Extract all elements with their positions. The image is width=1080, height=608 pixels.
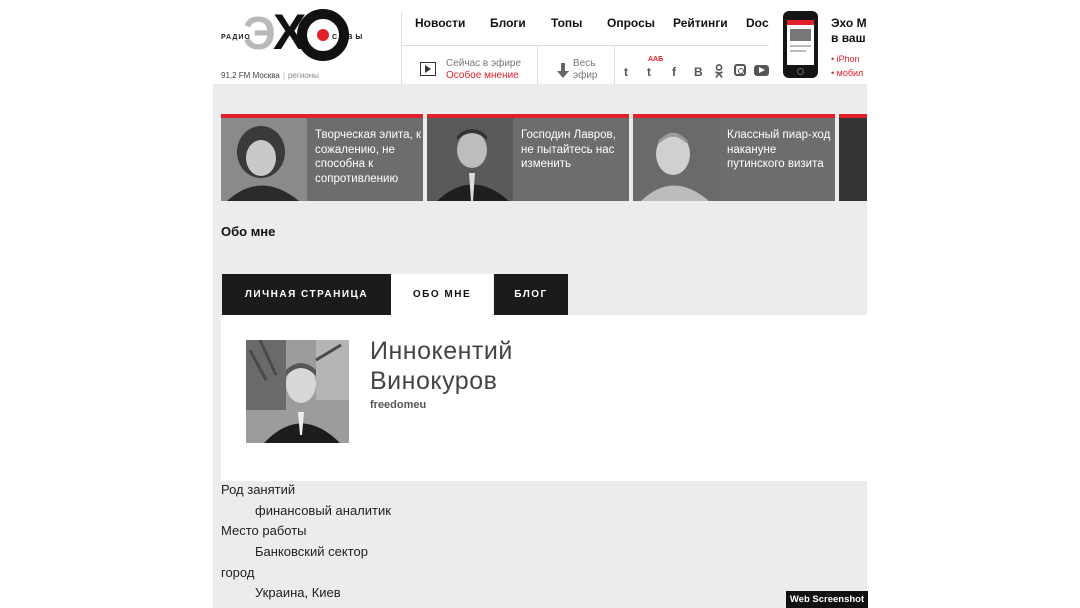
logo-moskvy-text: СКВЫ [332,34,366,41]
watermark-label: Web Screenshot [786,591,868,608]
full-air-label-2[interactable]: эфир [573,70,597,81]
twitter-icon[interactable]: t [647,65,651,79]
app-promo-title: Эхо М [831,16,867,30]
echo-moskvy-logo[interactable]: РАДИО Э Х М СКВЫ [221,6,371,70]
phone-app-image[interactable] [783,11,818,78]
app-promo-link-mobile[interactable]: • мобил [831,68,863,78]
frequency-line: 91,2 FM Москва | регионы [221,71,319,80]
news-photo [427,118,513,201]
detail-value-workplace: Банковский сектор [255,544,368,560]
facebook-icon[interactable]: f [672,65,676,79]
nav-item-tops[interactable]: Топы [551,16,582,30]
twitter-icon[interactable]: t [624,65,628,79]
logo-m-letter: М [310,32,316,39]
news-card[interactable]: Классный пиар-ход накануне путинского ви… [633,114,835,201]
news-headline[interactable]: Творческая элита, к сожалению, не способ… [315,128,423,186]
profile-name: Иннокентий Винокуров [370,336,513,396]
profile-details: Род занятий финансовый аналитик Место ра… [221,480,867,604]
nav-item-polls[interactable]: Опросы [607,16,655,30]
tab-about-me[interactable]: ОБО МНЕ [391,274,493,315]
news-card[interactable] [839,114,867,201]
detail-label-occupation: Род занятий [221,482,296,497]
news-card[interactable]: Господин Лавров, не пытайтесь нас измени… [427,114,629,201]
nav-item-doc[interactable]: Doc [746,16,769,30]
download-arrow-icon[interactable] [557,63,569,79]
nav-item-news[interactable]: Новости [415,16,465,30]
odnoklassniki-icon[interactable] [714,64,724,78]
page: РАДИО Э Х М СКВЫ 91,2 FM Москва | регионы … [213,0,867,608]
vk-icon[interactable]: В [694,65,703,79]
news-strip: Творческая элита, к сожалению, не способ… [221,114,867,201]
full-air-label-1[interactable]: Весь [573,58,595,69]
on-air-label: Сейчас в эфире [446,58,522,69]
news-photo [633,118,719,201]
regions-link[interactable]: регионы [288,71,319,80]
on-air-bar: Сейчас в эфире Особое мнение Весь эфир А… [401,46,769,84]
frequency-label: 91,2 FM Москва [221,71,280,80]
detail-value-city: Украина, Киев [255,585,341,601]
logo-e-letter: Э [243,7,276,59]
font-size-toggle[interactable]: ААБ [648,56,663,63]
site-header: РАДИО Э Х М СКВЫ 91,2 FM Москва | регионы … [213,0,867,84]
avatar [246,340,349,443]
main-nav: Новости Блоги Топы Опросы Рейтинги Doc [401,12,769,46]
page-title: Обо мне [221,224,276,239]
news-headline[interactable]: Господин Лавров, не пытайтесь нас измени… [521,128,629,172]
profile-card: Иннокентий Винокуров freedomeu [221,315,867,481]
divider [537,46,538,84]
detail-label-workplace: Место работы [221,523,307,539]
news-headline[interactable]: Классный пиар-ход накануне путинского ви… [727,128,835,172]
detail-value-occupation: финансовый аналитик [255,502,391,518]
nav-item-ratings[interactable]: Рейтинги [673,16,728,30]
profile-first-name: Иннокентий [370,337,513,365]
news-card[interactable]: Творческая элита, к сожалению, не способ… [221,114,423,201]
news-photo [221,118,307,201]
detail-label-city: город [221,564,255,580]
app-promo-link-iphone[interactable]: • iPhon [831,54,860,64]
divider [614,46,615,84]
app-promo-title-2: в ваш [831,31,866,45]
play-icon[interactable] [420,62,436,76]
profile-last-name: Винокуров [370,367,498,395]
news-photo [839,118,867,201]
nav-item-blogs[interactable]: Блоги [490,16,526,30]
tab-blog[interactable]: БЛОГ [494,274,568,315]
on-air-program-link[interactable]: Особое мнение [446,70,519,81]
tab-personal-page[interactable]: ЛИЧНАЯ СТРАНИЦА [222,274,391,315]
instagram-icon[interactable] [734,64,746,76]
profile-nickname: freedomeu [370,399,427,411]
youtube-icon[interactable] [754,65,769,76]
